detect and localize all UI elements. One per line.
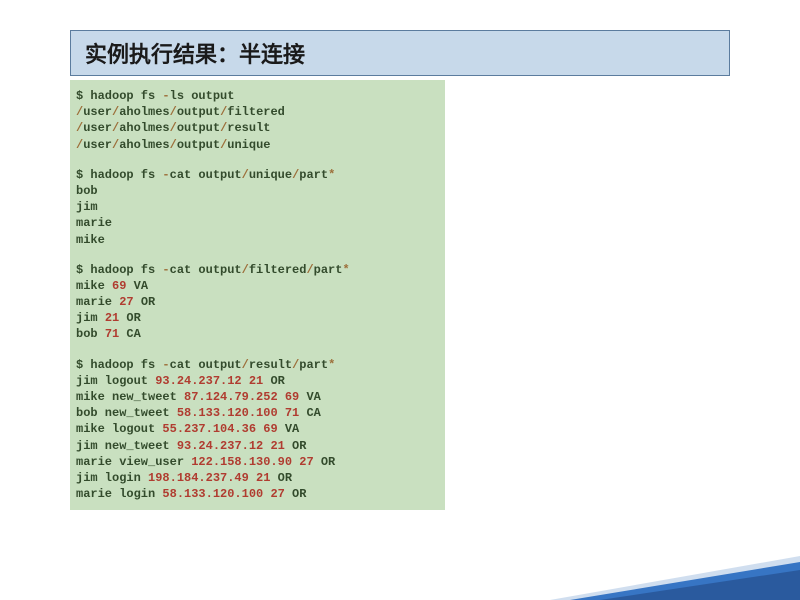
cmd-ls: $ hadoop fs -ls output <box>76 88 439 104</box>
slide-title: 实例执行结果：半连接 <box>70 30 730 76</box>
result-row: mike new_tweet 87.124.79.252 69 VA <box>76 389 439 405</box>
result-row: jim new_tweet 93.24.237.12 21 OR <box>76 438 439 454</box>
cmd-cat-unique: $ hadoop fs -cat output/unique/part* <box>76 167 439 183</box>
cmd-cat-result: $ hadoop fs -cat output/result/part* <box>76 357 439 373</box>
unique-row: bob <box>76 183 439 199</box>
ls-row: /user/aholmes/output/unique <box>76 137 439 153</box>
unique-row: jim <box>76 199 439 215</box>
slide-decoration <box>600 570 800 600</box>
unique-row: mike <box>76 232 439 248</box>
result-row: jim logout 93.24.237.12 21 OR <box>76 373 439 389</box>
unique-row: marie <box>76 215 439 231</box>
result-row: marie view_user 122.158.130.90 27 OR <box>76 454 439 470</box>
result-row: mike logout 55.237.104.36 69 VA <box>76 421 439 437</box>
filtered-row: mike 69 VA <box>76 278 439 294</box>
filtered-row: bob 71 CA <box>76 326 439 342</box>
terminal-output: $ hadoop fs -ls output /user/aholmes/out… <box>70 80 445 510</box>
result-row: jim login 198.184.237.49 21 OR <box>76 470 439 486</box>
cmd-cat-filtered: $ hadoop fs -cat output/filtered/part* <box>76 262 439 278</box>
result-row: bob new_tweet 58.133.120.100 71 CA <box>76 405 439 421</box>
ls-row: /user/aholmes/output/result <box>76 120 439 136</box>
filtered-row: jim 21 OR <box>76 310 439 326</box>
slide: 实例执行结果：半连接 $ hadoop fs -ls output /user/… <box>0 0 800 510</box>
filtered-row: marie 27 OR <box>76 294 439 310</box>
ls-row: /user/aholmes/output/filtered <box>76 104 439 120</box>
result-row: marie login 58.133.120.100 27 OR <box>76 486 439 502</box>
